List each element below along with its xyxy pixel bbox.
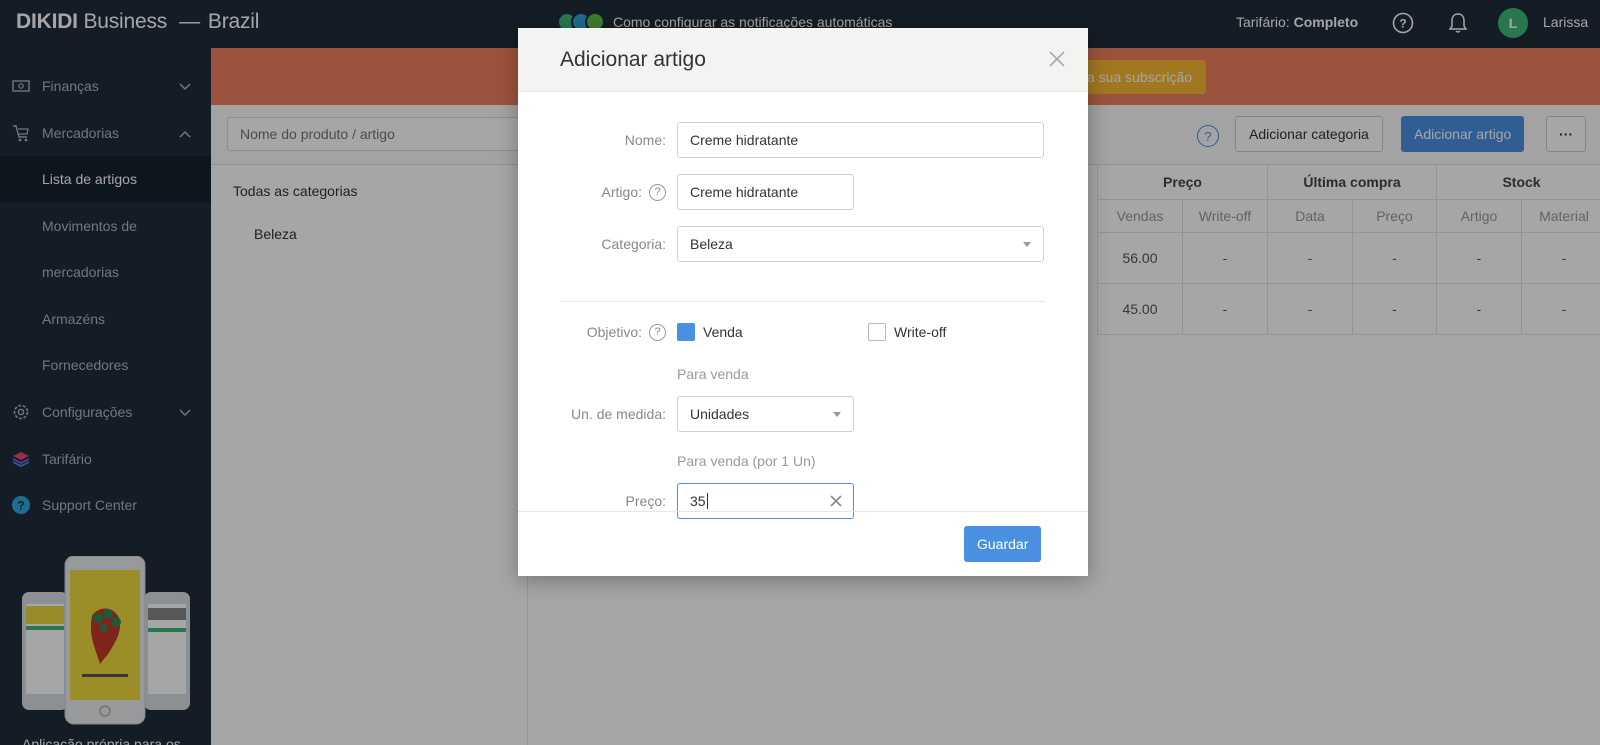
- chevron-down-icon: [833, 412, 841, 417]
- category-select-value: Beleza: [690, 236, 733, 252]
- price-label-text: Preço:: [625, 493, 666, 509]
- article-field[interactable]: Creme hidratante: [677, 174, 854, 210]
- name-label: Nome:: [625, 122, 666, 158]
- venda-checkbox[interactable]: [677, 323, 695, 341]
- add-article-dialog: Adicionar artigo Nome: Creme hidratante …: [518, 28, 1088, 576]
- write-off-checkbox[interactable]: [868, 323, 886, 341]
- unit-label: Un. de medida:: [571, 396, 666, 432]
- dialog-footer: Guardar: [518, 511, 1088, 576]
- save-button[interactable]: Guardar: [964, 526, 1042, 562]
- close-icon[interactable]: [1048, 50, 1066, 68]
- help-icon[interactable]: ?: [649, 323, 666, 341]
- name-label-text: Nome:: [624, 132, 666, 148]
- unit-select[interactable]: Unidades: [677, 396, 854, 432]
- category-label: Categoria:: [601, 226, 666, 262]
- dialog-title: Adicionar artigo: [560, 48, 706, 71]
- unit-select-value: Unidades: [690, 406, 750, 422]
- help-icon[interactable]: ?: [649, 183, 666, 201]
- price-per-unit-hint: Para venda (por 1 Un): [677, 453, 816, 469]
- for-sale-hint: Para venda: [677, 366, 749, 382]
- category-label-text: Categoria:: [601, 236, 666, 252]
- dialog-header: Adicionar artigo: [518, 28, 1088, 92]
- article-label: Artigo:?: [602, 174, 666, 210]
- objective-label-text: Objetivo:: [586, 324, 642, 340]
- text-cursor: [706, 493, 708, 509]
- name-field[interactable]: Creme hidratante: [677, 122, 1044, 158]
- venda-label[interactable]: Venda: [703, 324, 743, 340]
- clear-icon[interactable]: [829, 492, 843, 513]
- article-field-value: Creme hidratante: [690, 184, 799, 200]
- article-label-text: Artigo:: [601, 184, 642, 200]
- divider: [560, 301, 1046, 302]
- objective-label: Objetivo:?: [587, 314, 666, 350]
- chevron-down-icon: [1023, 242, 1031, 247]
- unit-label-text: Un. de medida:: [571, 406, 666, 422]
- category-select[interactable]: Beleza: [677, 226, 1044, 262]
- write-off-label[interactable]: Write-off: [894, 324, 946, 340]
- name-field-value: Creme hidratante: [690, 132, 799, 148]
- price-input-value: 35: [690, 493, 706, 509]
